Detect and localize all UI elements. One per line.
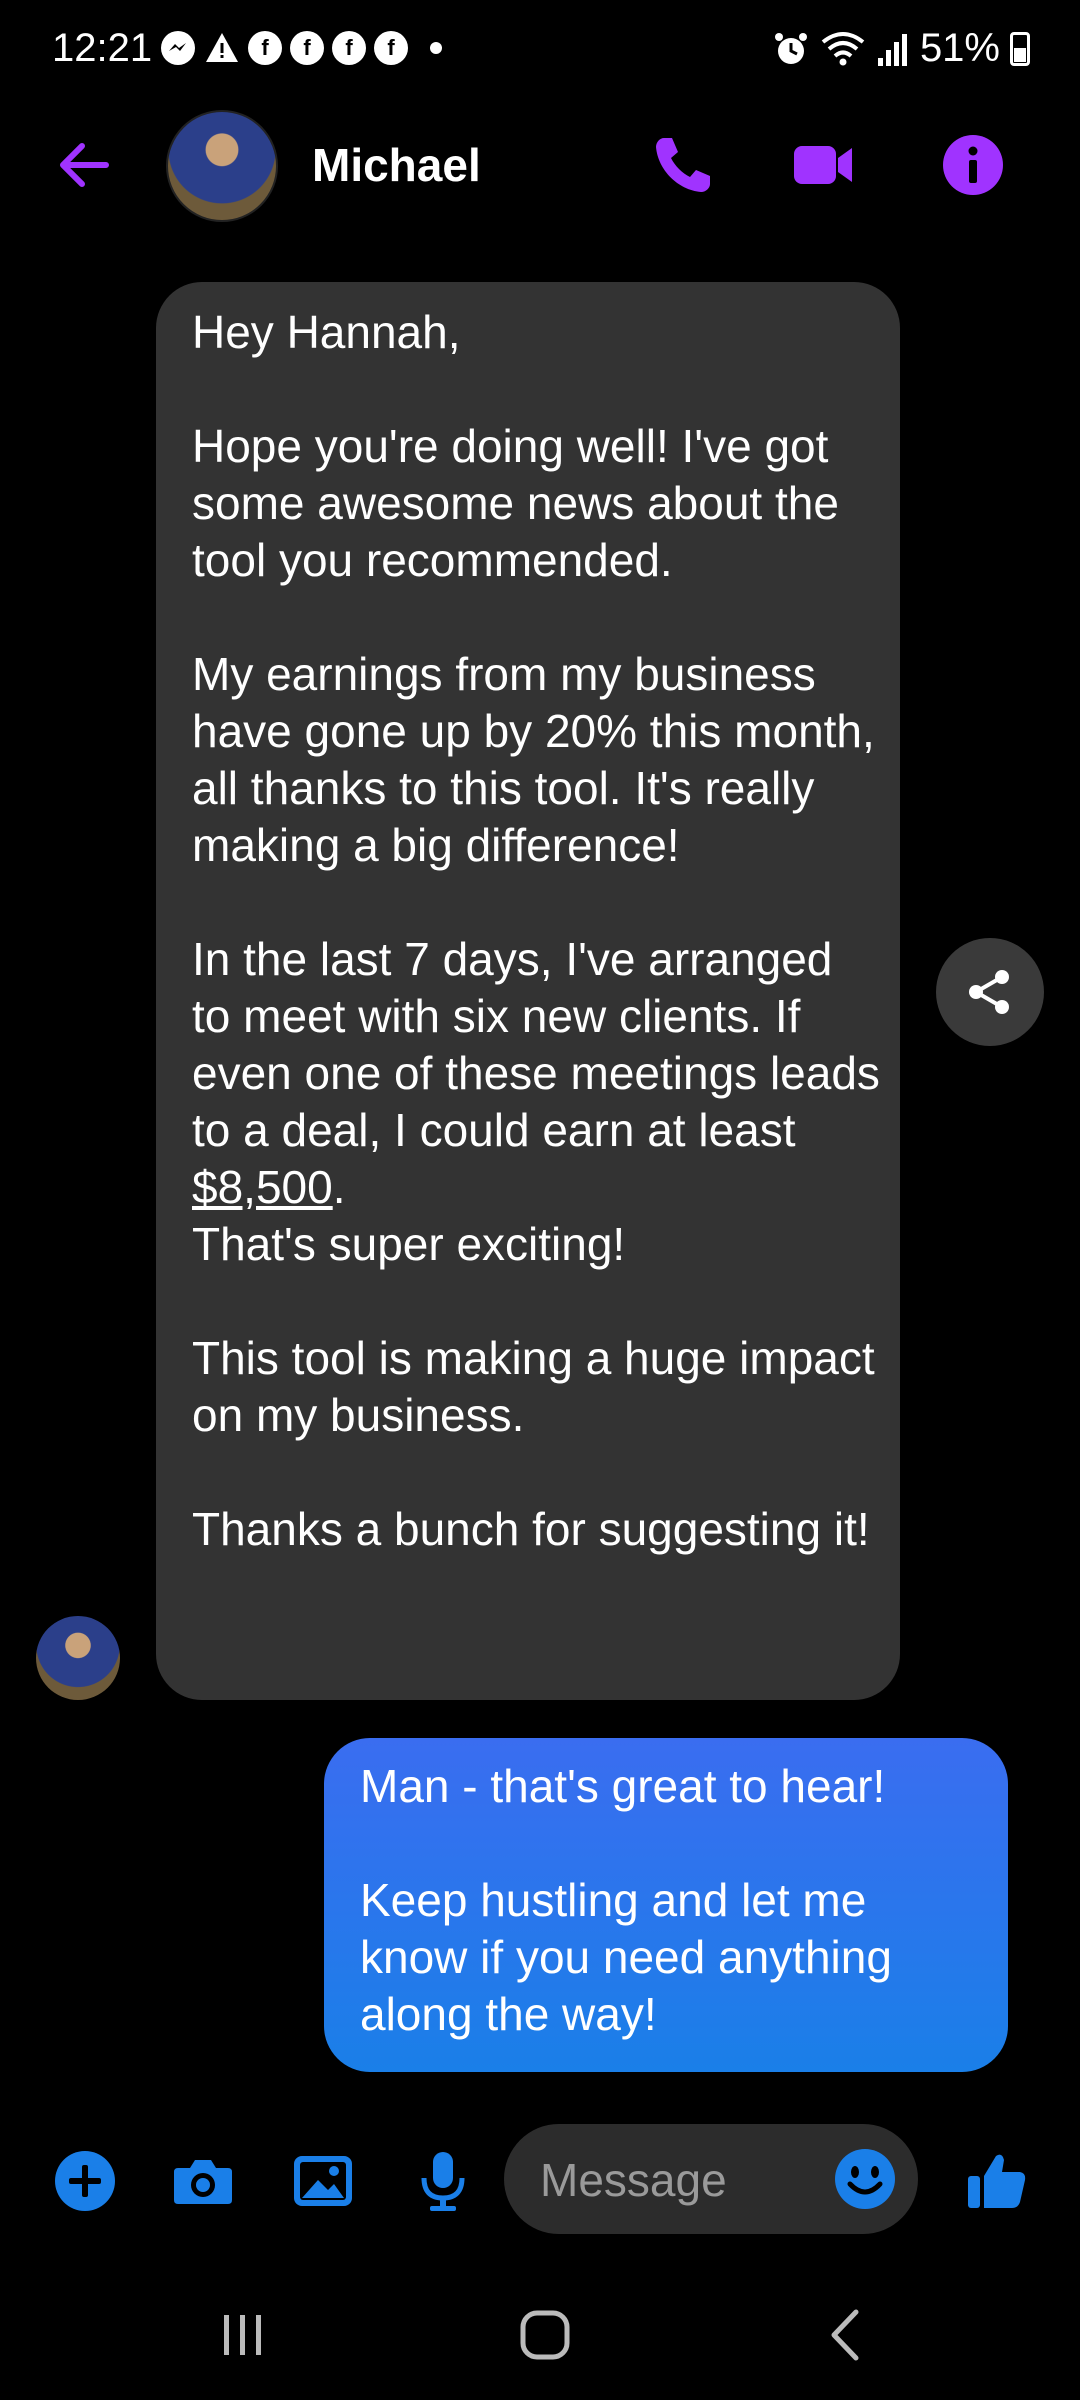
- chat-header: Michael: [0, 100, 1080, 230]
- alarm-icon: [774, 32, 807, 64]
- contact-avatar[interactable]: [166, 110, 278, 222]
- plus-icon[interactable]: [52, 2148, 118, 2214]
- messenger-icon: [161, 31, 195, 65]
- video-call-icon[interactable]: [790, 132, 856, 198]
- facebook-icon: f: [248, 31, 282, 65]
- system-navigation-bar: [0, 2280, 1080, 2400]
- battery-percent: 51%: [919, 26, 1000, 70]
- incoming-message-bubble[interactable]: Hey Hannah, Hope you're doing well! I've…: [156, 282, 900, 1700]
- info-icon[interactable]: [940, 132, 1006, 198]
- emoji-icon[interactable]: [832, 2146, 898, 2212]
- home-icon[interactable]: [510, 2300, 580, 2370]
- contact-name[interactable]: Michael: [312, 138, 481, 192]
- back-nav-icon[interactable]: [812, 2300, 882, 2370]
- microphone-icon[interactable]: [410, 2148, 476, 2214]
- facebook-icon: f: [374, 31, 408, 65]
- share-icon: [969, 970, 1009, 1014]
- status-right: 51%: [772, 26, 1030, 71]
- incoming-text-part: . That's super exciting! This tool is ma…: [192, 1161, 875, 1555]
- phone-call-icon[interactable]: [650, 132, 716, 198]
- incoming-message-text: Hey Hannah, Hope you're doing well! I've…: [192, 304, 882, 1558]
- facebook-icon: f: [290, 31, 324, 65]
- facebook-icon: f: [332, 31, 366, 65]
- message-composer: [0, 2120, 1080, 2240]
- share-button[interactable]: [936, 938, 1044, 1046]
- back-arrow-icon[interactable]: [50, 130, 120, 200]
- wifi-icon: [821, 31, 865, 65]
- status-bar: 12:21 f f f f 51%: [0, 0, 1080, 100]
- thumbs-up-icon[interactable]: [964, 2148, 1030, 2214]
- notification-icons: f f f f: [160, 30, 442, 66]
- amount-link[interactable]: $8,500: [192, 1161, 333, 1213]
- status-time: 12:21: [52, 26, 153, 70]
- signal-icon: [877, 33, 907, 66]
- outgoing-message-text: Man - that's great to hear! Keep hustlin…: [360, 1760, 892, 2040]
- warning-icon: [206, 33, 238, 62]
- recent-apps-icon[interactable]: [208, 2300, 278, 2370]
- more-notifications-dot-icon: [430, 42, 442, 54]
- message-input[interactable]: [540, 2152, 820, 2208]
- sender-avatar[interactable]: [36, 1616, 120, 1700]
- incoming-text-part: Hey Hannah, Hope you're doing well! I've…: [192, 306, 880, 1156]
- gallery-icon[interactable]: [290, 2148, 356, 2214]
- battery-icon: [1010, 31, 1030, 66]
- outgoing-message-bubble[interactable]: Man - that's great to hear! Keep hustlin…: [324, 1738, 1008, 2072]
- message-input-box[interactable]: [504, 2124, 918, 2234]
- camera-icon[interactable]: [170, 2148, 236, 2214]
